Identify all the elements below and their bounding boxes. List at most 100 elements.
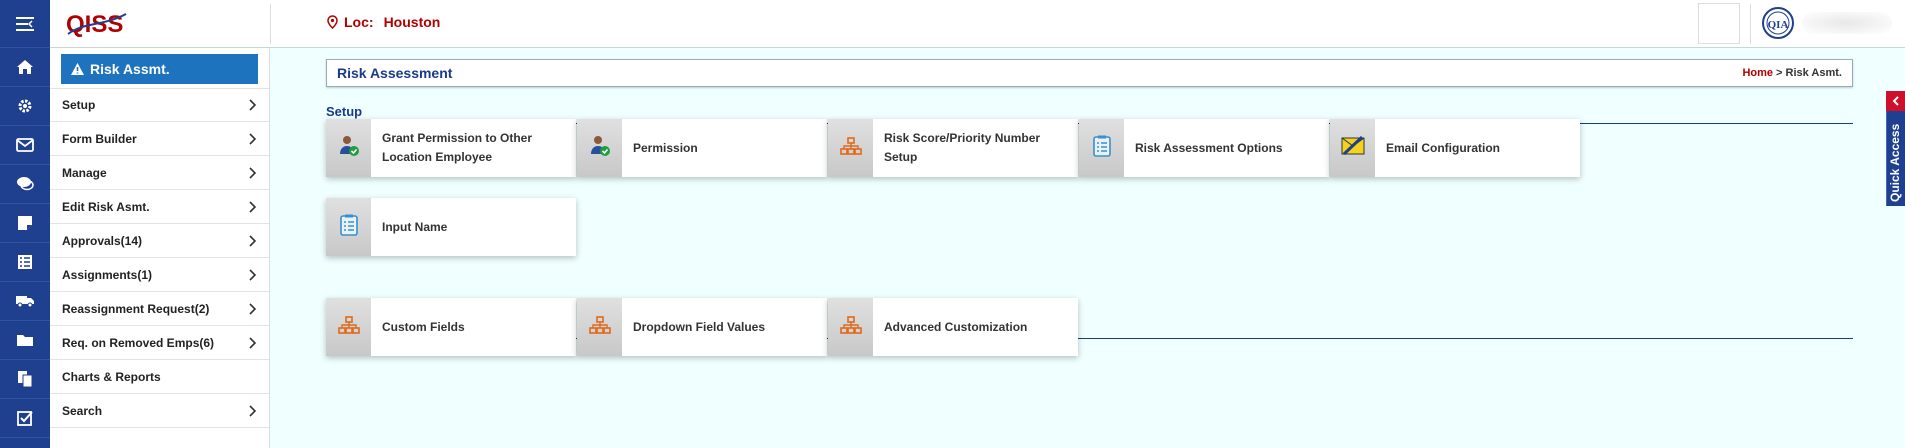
location-selector[interactable]: Loc: Houston bbox=[327, 14, 440, 30]
chevron-right-icon bbox=[249, 404, 257, 417]
rail-home-button[interactable] bbox=[0, 48, 50, 87]
chevron-right-icon bbox=[249, 234, 257, 247]
svg-text:QIA: QIA bbox=[1768, 19, 1789, 31]
avatar[interactable]: QIA bbox=[1762, 7, 1794, 39]
breadcrumb-current: Risk Asmt. bbox=[1785, 67, 1842, 79]
document-list-icon bbox=[339, 214, 359, 241]
rail-truck-button[interactable] bbox=[0, 282, 50, 321]
card-icon-box bbox=[577, 298, 622, 356]
card-icon-box bbox=[326, 198, 371, 256]
quick-access-toggle[interactable] bbox=[1886, 91, 1905, 111]
menu-card[interactable]: Permission bbox=[577, 119, 827, 177]
qiss-logo[interactable]: QISS bbox=[64, 8, 134, 40]
page-title-bar: Risk Assessment Home > Risk Asmt. bbox=[326, 59, 1853, 87]
card-icon-box bbox=[326, 298, 371, 356]
note-icon bbox=[18, 216, 32, 230]
hierarchy-icon bbox=[588, 315, 611, 339]
breadcrumb-separator: > bbox=[1773, 67, 1786, 79]
hierarchy-icon bbox=[839, 315, 862, 339]
card-label-line1: Dropdown Field Values bbox=[633, 319, 766, 334]
rail-list-button[interactable] bbox=[0, 243, 50, 282]
sidebar-item-label: Approvals(14) bbox=[62, 233, 143, 248]
sidebar-title[interactable]: Risk Assmt. bbox=[61, 54, 258, 84]
header-divider bbox=[270, 4, 271, 44]
menu-card[interactable]: Grant Permission to Other Location Employ… bbox=[326, 119, 576, 177]
sidebar-item[interactable]: Edit Risk Asmt. bbox=[50, 190, 269, 224]
sidebar-item-label: Form Builder bbox=[62, 131, 137, 146]
list-icon bbox=[18, 255, 32, 269]
sidebar-item[interactable]: Charts & Reports bbox=[50, 360, 269, 394]
menu-card[interactable]: Risk Score/Priority Number Setup bbox=[828, 119, 1078, 177]
breadcrumb-home-link[interactable]: Home bbox=[1742, 67, 1773, 79]
sidebar-item[interactable]: Manage bbox=[50, 156, 269, 190]
sidebar-item[interactable]: Approvals(14) bbox=[50, 224, 269, 258]
rail-note-button[interactable] bbox=[0, 204, 50, 243]
warning-icon bbox=[71, 63, 84, 75]
user-check-icon bbox=[337, 134, 361, 163]
sidebar-item[interactable]: Req. on Removed Emps(6) bbox=[50, 326, 269, 360]
sidebar-item[interactable]: Form Builder bbox=[50, 122, 269, 156]
sidebar-item[interactable]: Assignments(1) bbox=[50, 258, 269, 292]
card-label-line1: Permission bbox=[633, 140, 698, 155]
chevron-left-icon bbox=[1892, 96, 1899, 106]
card-label-line1: Risk Score/Priority Number bbox=[884, 131, 1041, 145]
hierarchy-icon bbox=[839, 136, 862, 160]
card-icon-box bbox=[828, 298, 873, 356]
sidebar-item[interactable]: Setup bbox=[50, 88, 269, 122]
card-label-line2: Location Employee bbox=[382, 150, 493, 164]
chat-icon bbox=[17, 177, 34, 191]
menu-card[interactable]: Input Name bbox=[326, 198, 576, 256]
card-label-line1: Email Configuration bbox=[1386, 140, 1500, 155]
sidebar-item-label: Reassignment Request(2) bbox=[62, 301, 210, 316]
icon-rail bbox=[0, 0, 50, 448]
card-label-line1: Risk Assessment Options bbox=[1135, 140, 1283, 155]
chevron-right-icon bbox=[249, 200, 257, 213]
user-check-icon bbox=[588, 134, 612, 163]
sidebar-item-label: Edit Risk Asmt. bbox=[62, 199, 150, 214]
main-content: Risk Assessment Home > Risk Asmt. Setup … bbox=[271, 48, 1886, 448]
chevron-right-icon bbox=[249, 99, 257, 111]
copy-icon bbox=[18, 371, 33, 388]
location-label: Loc: bbox=[344, 14, 374, 30]
card-icon-box bbox=[1079, 119, 1124, 177]
rail-check-button[interactable] bbox=[0, 399, 50, 438]
sidebar-item[interactable]: Search bbox=[50, 394, 269, 428]
document-list-icon bbox=[1092, 135, 1112, 162]
page-title: Risk Assessment bbox=[337, 65, 453, 81]
header-divider-right bbox=[1750, 4, 1751, 44]
menu-card[interactable]: Email Configuration bbox=[1330, 119, 1580, 177]
location-value: Houston bbox=[383, 14, 441, 30]
folder-icon bbox=[17, 335, 33, 346]
card-label: Grant Permission to Other Location Employ… bbox=[371, 129, 540, 167]
menu-card[interactable]: Risk Assessment Options bbox=[1079, 119, 1329, 177]
rail-folder-button[interactable] bbox=[0, 321, 50, 360]
email-config-icon bbox=[1341, 135, 1365, 161]
gear-icon bbox=[18, 99, 32, 113]
menu-card[interactable]: Advanced Customization bbox=[828, 298, 1078, 356]
sidebar-item[interactable]: Reassignment Request(2) bbox=[50, 292, 269, 326]
user-name-blurred[interactable] bbox=[1802, 12, 1892, 34]
rail-copy-button[interactable] bbox=[0, 360, 50, 399]
mail-icon bbox=[16, 138, 34, 152]
card-label: Email Configuration bbox=[1375, 139, 1508, 158]
card-label-line2: Setup bbox=[884, 150, 918, 164]
sidebar-item-label: Setup bbox=[62, 98, 96, 112]
header-blank-box[interactable] bbox=[1698, 3, 1740, 44]
map-pin-icon bbox=[327, 15, 338, 29]
chevron-right-icon bbox=[249, 268, 257, 281]
sidebar-title-label: Risk Assmt. bbox=[90, 61, 170, 77]
rail-settings-button[interactable] bbox=[0, 87, 50, 126]
rail-mail-button[interactable] bbox=[0, 126, 50, 165]
menu-card[interactable]: Custom Fields bbox=[326, 298, 576, 356]
card-label: Risk Score/Priority Number Setup bbox=[873, 129, 1048, 167]
menu-toggle-button[interactable] bbox=[0, 0, 50, 48]
card-icon-box bbox=[326, 119, 371, 177]
card-label: Permission bbox=[622, 139, 706, 158]
quick-access-label: Quick Access bbox=[1888, 123, 1902, 202]
menu-card[interactable]: Dropdown Field Values bbox=[577, 298, 827, 356]
card-label: Dropdown Field Values bbox=[622, 318, 773, 337]
card-label-line1: Input Name bbox=[382, 219, 448, 234]
card-label: Advanced Customization bbox=[873, 318, 1035, 337]
rail-chat-button[interactable] bbox=[0, 165, 50, 204]
card-label-line1: Grant Permission to Other bbox=[382, 131, 533, 145]
